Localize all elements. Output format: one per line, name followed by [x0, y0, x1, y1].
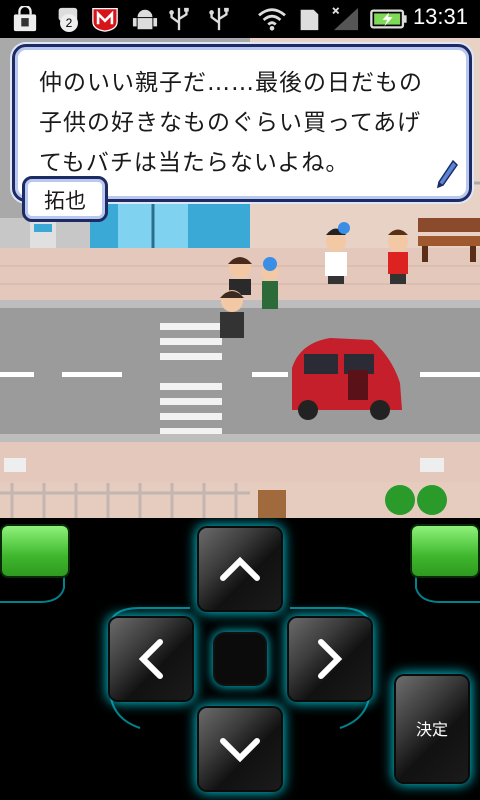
signal-icon	[332, 7, 359, 31]
dpad-down-button[interactable]	[199, 708, 281, 790]
sd-card-icon	[300, 9, 319, 31]
decide-button[interactable]: 決定	[396, 676, 468, 782]
dialog-line-3: てもバチは当たらないよね。	[39, 150, 350, 176]
decide-label: 決定	[415, 720, 448, 739]
chevron-down-icon	[220, 738, 260, 763]
dialog-line-2: 子供の好きなものぐらい買ってあげ	[39, 110, 422, 136]
dpad-left-button[interactable]	[110, 618, 192, 700]
status-bar: 2 13:31	[0, 0, 480, 38]
dialog-line-1: 仲のいい親子だ……最後の日だもの	[39, 70, 423, 96]
dpad-center	[215, 634, 265, 684]
mcafee-icon	[92, 7, 118, 32]
dpad-up-button[interactable]	[199, 528, 281, 610]
right-green-button[interactable]	[412, 526, 478, 576]
notification-count-badge: 2	[60, 14, 78, 32]
pen-icon	[436, 159, 458, 189]
speaker-name-box: 拓也	[22, 176, 108, 222]
virtual-controller: 決定	[0, 518, 480, 800]
clock: 13:31	[412, 4, 468, 29]
usb-icon	[169, 7, 189, 31]
chevron-right-icon	[318, 639, 343, 679]
game-scene[interactable]: 仲のいい親子だ……最後の日だもの 子供の好きなものぐらい買ってあげ てもバチは当…	[0, 38, 480, 518]
speaker-name: 拓也	[44, 189, 86, 213]
chevron-up-icon	[220, 556, 260, 581]
shopping-bag-icon	[13, 6, 37, 32]
dpad-right-button[interactable]	[289, 618, 371, 700]
chevron-left-icon	[138, 639, 163, 679]
usb-icon-2	[209, 7, 229, 31]
android-debug-icon	[132, 9, 158, 30]
wifi-icon	[258, 8, 286, 31]
battery-charging-icon	[370, 9, 407, 29]
left-green-button[interactable]	[2, 526, 68, 576]
